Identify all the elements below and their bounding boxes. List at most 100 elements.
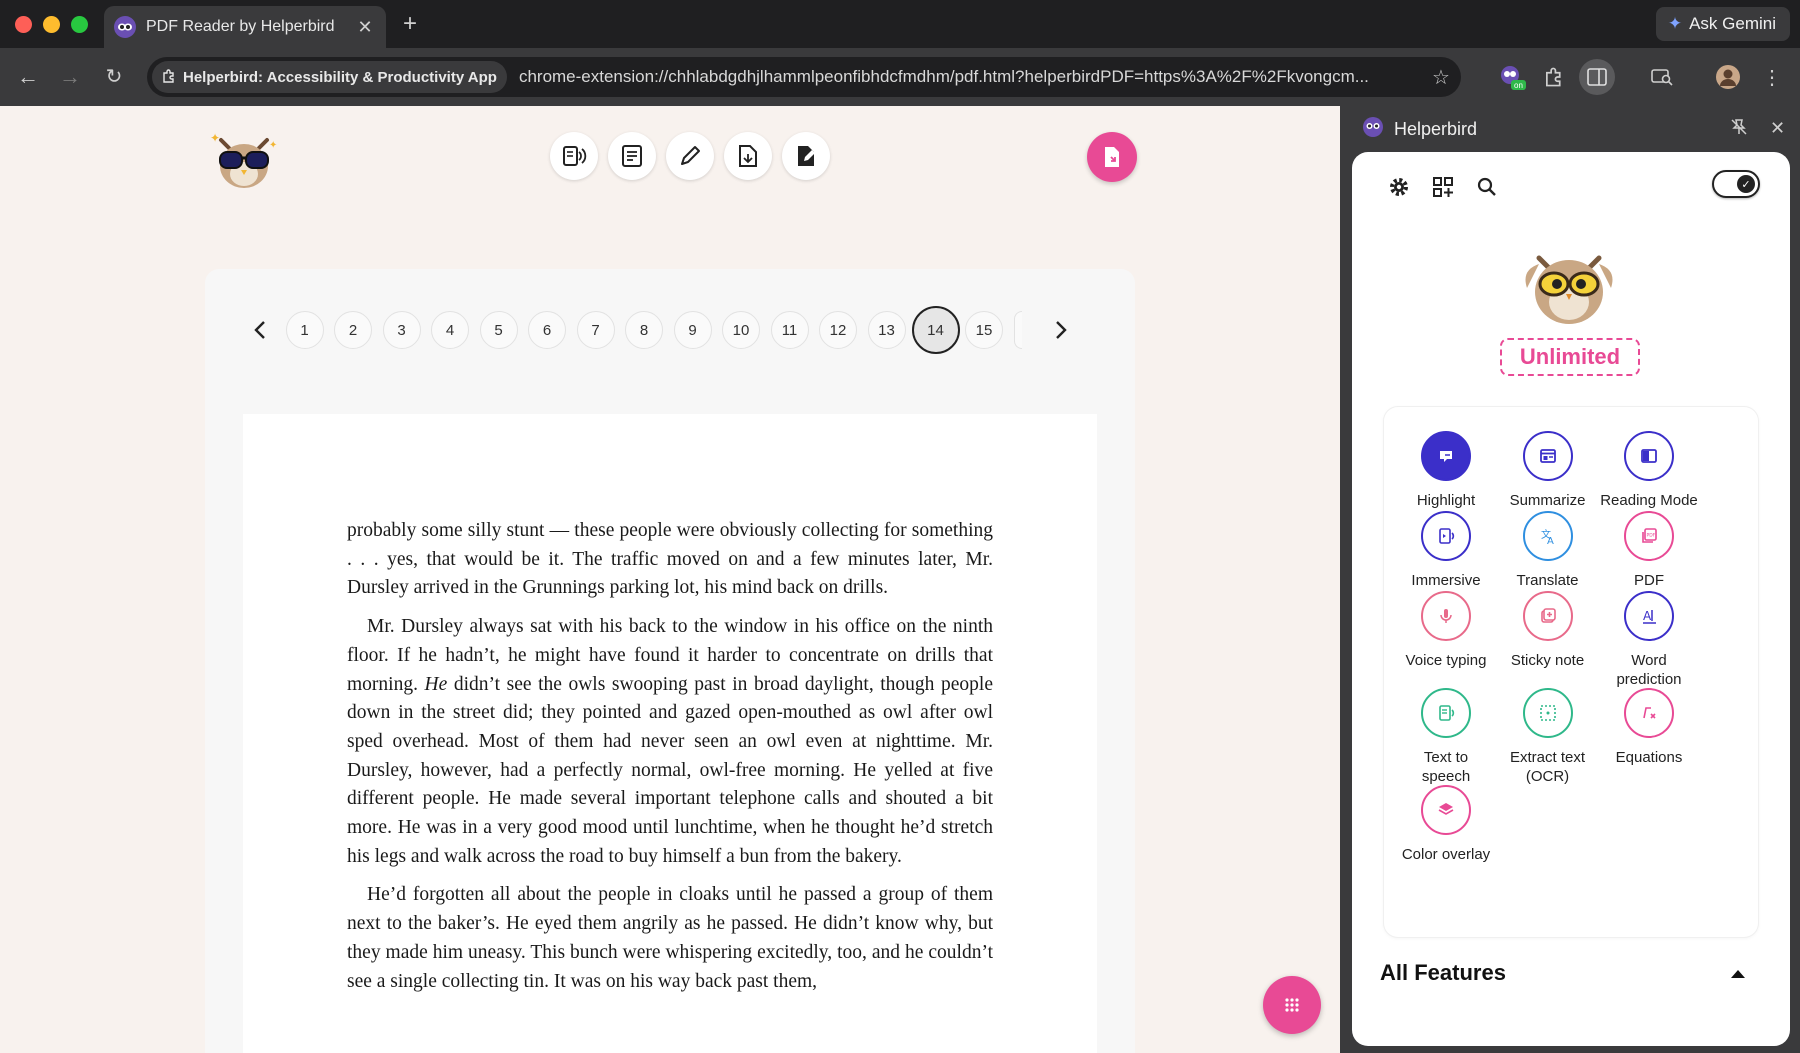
emphasis-text: He — [424, 673, 448, 695]
profile-avatar[interactable] — [1710, 59, 1746, 95]
page-number[interactable]: 5 — [479, 311, 518, 349]
extension-on-badge: on — [1514, 81, 1523, 90]
gemini-sparkle-icon: ✦ — [1667, 14, 1683, 33]
tab-search-icon[interactable] — [1644, 59, 1680, 95]
pdf-page-sheet: probably some silly stunt — these people… — [243, 414, 1097, 1053]
feature-equations[interactable]: Equations — [1589, 688, 1709, 767]
prev-page-chevron-icon[interactable] — [245, 315, 275, 345]
site-chip-label: Helperbird: Accessibility & Productivity… — [183, 68, 497, 86]
check-icon: ✓ — [1737, 175, 1755, 193]
more-menu-icon[interactable]: ⋮ — [1754, 59, 1790, 95]
feature-pdf[interactable]: PDF PDF — [1589, 511, 1709, 590]
tab-close-icon[interactable]: ✕ — [354, 17, 376, 38]
paragraph: Mr. Dursley always sat with his back to … — [347, 613, 993, 871]
tab-title: PDF Reader by Helperbird — [146, 18, 335, 35]
next-page-chevron-icon[interactable] — [1046, 315, 1076, 345]
close-side-panel-icon[interactable]: ✕ — [1770, 118, 1785, 139]
helperbird-owl-mascot — [1517, 244, 1621, 330]
page-number[interactable]: 6 — [528, 311, 566, 349]
page-number[interactable]: 15 — [965, 311, 1003, 349]
download-pdf-button[interactable] — [724, 132, 772, 180]
microphone-icon — [1421, 591, 1471, 641]
helperbird-side-panel: Helperbird ✕ ✓ Unlimited Highlight Summa… — [1340, 106, 1800, 1053]
page-number[interactable]: 2 — [334, 311, 372, 349]
pdf-text-body: probably some silly stunt — these people… — [347, 517, 993, 1006]
pdf-reader-page: ✦ ✦ 1 2 3 4 5 6 7 8 9 10 11 12 13 14 15 … — [0, 106, 1340, 1053]
paragraph: He’d forgotten all about the people in c… — [347, 884, 993, 992]
page-number[interactable]: 7 — [576, 311, 615, 349]
svg-text:A: A — [1643, 609, 1652, 623]
new-tab-button[interactable]: + — [398, 10, 422, 38]
document-lines-icon — [622, 145, 642, 167]
translate-icon: 文A — [1522, 511, 1573, 561]
page-number[interactable]: 4 — [431, 311, 469, 349]
pdf-action-button[interactable] — [1087, 132, 1137, 182]
summarize-doc-button[interactable] — [608, 132, 656, 180]
document-edit-icon — [798, 146, 815, 166]
feature-label: Equations — [1615, 749, 1683, 766]
page-number[interactable]: 11 — [770, 311, 809, 349]
document-export-icon — [1105, 147, 1119, 167]
ask-gemini-button[interactable]: ✦ Ask Gemini — [1655, 7, 1790, 41]
apps-grid-icon[interactable] — [1432, 176, 1454, 203]
ask-gemini-label: Ask Gemini — [1689, 14, 1776, 33]
equations-icon — [1624, 688, 1674, 738]
page-number[interactable]: 13 — [867, 311, 906, 349]
helperbird-extension-icon[interactable]: on — [1494, 59, 1530, 95]
page-number[interactable]: 12 — [819, 311, 857, 349]
side-panel-header: Helperbird ✕ — [1340, 106, 1800, 152]
feature-color-overlay[interactable]: Color overlay — [1386, 785, 1506, 864]
read-aloud-button[interactable] — [550, 132, 598, 180]
site-info-chip[interactable]: Helperbird: Accessibility & Productivity… — [152, 61, 507, 93]
feature-label: Word prediction — [1616, 652, 1682, 688]
annotate-button[interactable] — [666, 132, 714, 180]
panel-toolbar — [1388, 176, 1498, 203]
svg-text:✦: ✦ — [269, 140, 277, 151]
page-number-current[interactable]: 14 — [911, 306, 960, 354]
page-number[interactable]: 3 — [382, 311, 421, 349]
pdf-viewer-card: 1 2 3 4 5 6 7 8 9 10 11 12 13 14 15 probably some sill… — [205, 269, 1135, 1053]
address-bar[interactable]: Helperbird: Accessibility & Productivity… — [147, 57, 1461, 97]
helperbird-logo: ✦ ✦ — [207, 128, 281, 192]
ocr-icon — [1522, 688, 1573, 738]
pdf-icon: PDF — [1624, 511, 1674, 561]
minimize-window-button[interactable] — [43, 16, 60, 33]
maximize-window-button[interactable] — [71, 16, 88, 33]
back-arrow-icon[interactable]: ← — [14, 63, 42, 91]
extension-toggle[interactable]: ✓ — [1712, 170, 1760, 198]
feature-label: Color overlay — [1401, 846, 1491, 863]
bookmark-star-icon[interactable]: ☆ — [1421, 65, 1461, 90]
page-number[interactable]: 8 — [625, 311, 663, 349]
svg-text:A: A — [1547, 536, 1554, 547]
pdf-toolbar — [550, 132, 830, 180]
summarize-icon — [1522, 431, 1573, 481]
page-number[interactable]: 1 — [285, 311, 324, 349]
search-icon[interactable] — [1476, 176, 1498, 203]
browser-tab[interactable]: PDF Reader by Helperbird ✕ — [104, 6, 386, 48]
close-window-button[interactable] — [15, 16, 32, 33]
text-to-speech-icon — [1421, 688, 1471, 738]
url-text[interactable]: chrome-extension://chhlabdgdhjlhammlpeon… — [519, 67, 1421, 87]
extensions-puzzle-icon[interactable] — [1536, 59, 1572, 95]
collapse-caret-icon[interactable] — [1731, 970, 1745, 978]
side-panel-icon[interactable] — [1579, 59, 1615, 95]
document-download-icon — [739, 145, 757, 167]
svg-text:✦: ✦ — [210, 131, 220, 145]
page-number-partial[interactable] — [1013, 311, 1022, 349]
browser-titlebar: PDF Reader by Helperbird ✕ + ✦ Ask Gemin… — [0, 0, 1800, 48]
feature-word-prediction[interactable]: A Word prediction — [1589, 591, 1709, 689]
page-number[interactable]: 9 — [673, 311, 712, 349]
edit-pdf-button[interactable] — [782, 132, 830, 180]
browser-toolbar: ← → ↻ Helperbird: Accessibility & Produc… — [0, 48, 1800, 106]
page-number[interactable]: 10 — [722, 311, 760, 349]
unpin-icon[interactable] — [1730, 118, 1748, 141]
settings-gear-icon[interactable] — [1388, 176, 1410, 203]
all-features-heading[interactable]: All Features — [1380, 960, 1506, 986]
reload-icon[interactable]: ↻ — [100, 63, 128, 91]
forward-arrow-icon[interactable]: → — [56, 63, 84, 91]
plan-badge: Unlimited — [1500, 338, 1640, 376]
helperbird-small-logo-icon — [1362, 116, 1384, 143]
pencil-icon — [681, 146, 700, 165]
feature-reading-mode[interactable]: Reading Mode — [1589, 431, 1709, 510]
quick-actions-fab[interactable] — [1263, 976, 1321, 1034]
